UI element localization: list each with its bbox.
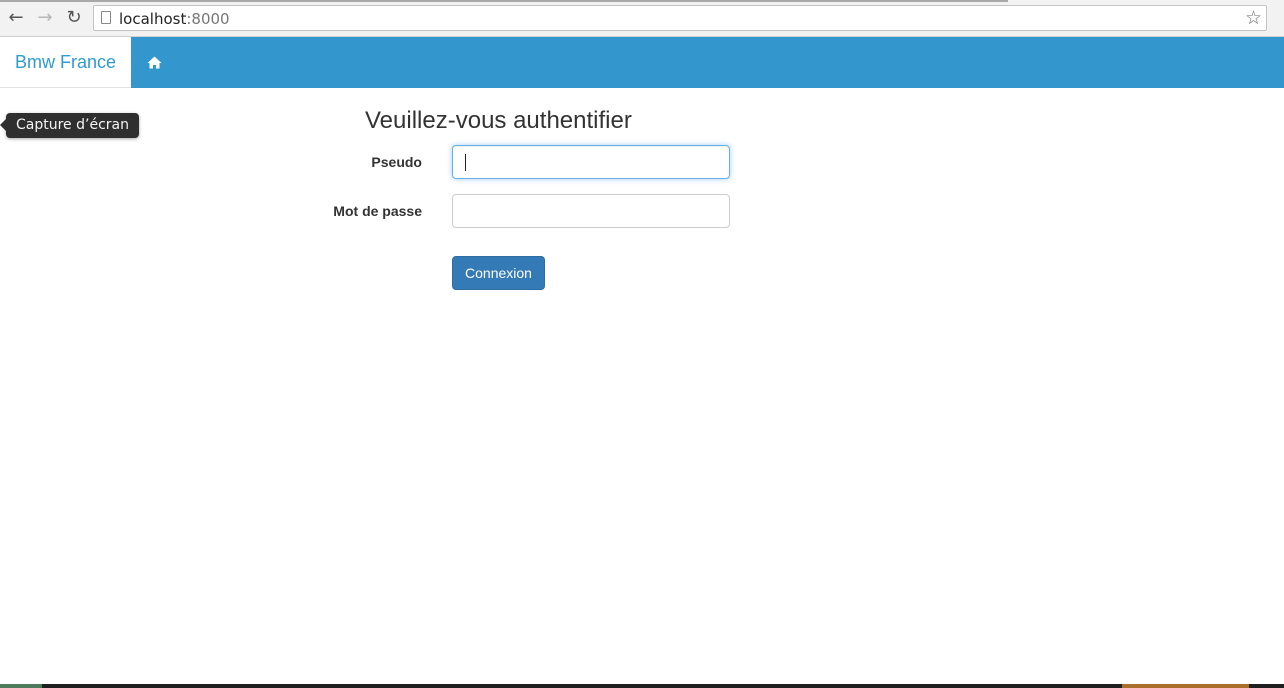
page-title: Veuillez-vous authentifier <box>365 107 632 134</box>
pseudo-label: Pseudo <box>371 154 422 170</box>
url-host: localhost <box>119 10 187 28</box>
taskbar-item-right[interactable] <box>1122 684 1249 688</box>
forward-button[interactable]: → <box>34 7 56 29</box>
tooltip-text: Capture d’écran <box>16 117 129 133</box>
brand-link[interactable]: Bmw France <box>0 37 131 88</box>
top-navbar: Bmw France <box>0 37 1284 88</box>
home-icon <box>147 56 161 69</box>
page-icon <box>101 11 111 24</box>
screenshot-tooltip: Capture d’écran <box>0 113 139 138</box>
taskbar-item-left[interactable] <box>0 684 42 688</box>
home-link[interactable] <box>131 37 177 88</box>
arrow-left-icon: ← <box>8 7 24 28</box>
password-input[interactable] <box>452 194 730 228</box>
tab-strip-edge <box>0 0 1008 2</box>
text-caret <box>465 154 466 171</box>
desktop-taskbar <box>0 684 1284 688</box>
tooltip-arrow <box>0 119 6 131</box>
url-port: :8000 <box>186 10 230 28</box>
browser-toolbar: ← → ↻ localhost:8000 ☆ <box>0 0 1284 37</box>
password-label: Mot de passe <box>333 203 422 219</box>
back-button[interactable]: ← <box>5 7 27 29</box>
login-button[interactable]: Connexion <box>452 256 545 290</box>
reload-icon: ↻ <box>66 7 82 28</box>
reload-button[interactable]: ↻ <box>63 7 85 29</box>
address-bar[interactable]: localhost:8000 ☆ <box>93 5 1267 31</box>
pseudo-input[interactable] <box>452 145 730 179</box>
arrow-right-icon: → <box>37 7 53 28</box>
star-icon[interactable]: ☆ <box>1245 7 1262 29</box>
url-text[interactable]: localhost:8000 <box>119 10 230 28</box>
